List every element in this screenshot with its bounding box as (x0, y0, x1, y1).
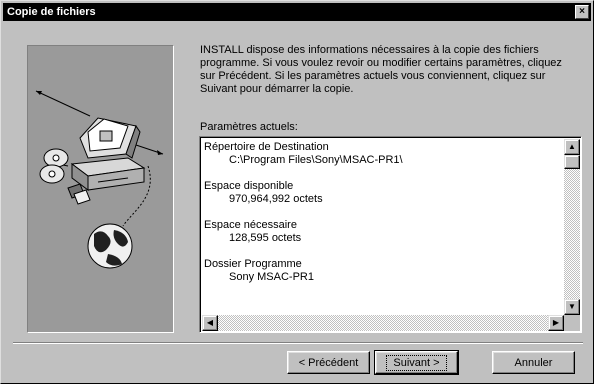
settings-listbox[interactable]: Répertoire de Destination C:\Program Fil… (199, 136, 582, 333)
back-button[interactable]: < Précédent (287, 351, 370, 374)
close-button[interactable]: × (575, 5, 589, 19)
cancel-button[interactable]: Annuler (492, 351, 575, 374)
scroll-left-button[interactable]: ◀ (202, 315, 218, 331)
arrow-right-icon: ▶ (552, 318, 560, 327)
computer-install-illustration (35, 90, 164, 269)
list-item: Espace nécessaire 128,595 octets (204, 219, 564, 245)
setting-label: Espace disponible (204, 180, 294, 192)
setting-label: Répertoire de Destination (204, 141, 329, 153)
settings-list: Répertoire de Destination C:\Program Fil… (202, 139, 564, 315)
setting-label: Espace nécessaire (204, 219, 297, 231)
cancel-button-label: Annuler (514, 356, 553, 369)
scroll-right-button[interactable]: ▶ (548, 315, 564, 331)
horizontal-scrollbar[interactable]: ◀ ▶ (202, 315, 564, 331)
list-item: Espace disponible 970,964,992 octets (204, 180, 564, 206)
list-item: Dossier Programme Sony MSAC-PR1 (204, 258, 564, 284)
scroll-down-button[interactable]: ▼ (564, 299, 580, 315)
scrollbar-corner (564, 315, 580, 331)
scroll-up-button[interactable]: ▲ (564, 139, 580, 155)
setting-label: Dossier Programme (204, 258, 302, 270)
next-button-label: Suivant > (386, 354, 447, 371)
params-label: Paramètres actuels: (200, 121, 298, 133)
close-icon: × (579, 6, 585, 17)
window-title: Copie de fichiers (7, 6, 96, 18)
list-item: Répertoire de Destination C:\Program Fil… (204, 141, 564, 167)
title-bar[interactable]: Copie de fichiers × (3, 3, 591, 21)
back-button-label: < Précédent (298, 356, 359, 369)
vertical-scroll-thumb[interactable] (564, 155, 580, 169)
setting-value: Sony MSAC-PR1 (229, 271, 314, 283)
vertical-scrollbar[interactable]: ▲ ▼ (564, 139, 580, 315)
next-button[interactable]: Suivant > (374, 350, 459, 375)
arrow-up-icon: ▲ (568, 142, 576, 151)
setup-illustration (27, 45, 174, 333)
separator (13, 342, 583, 344)
setting-value: C:\Program Files\Sony\MSAC-PR1\ (229, 154, 403, 166)
setting-value: 128,595 octets (229, 232, 302, 244)
arrow-down-icon: ▼ (568, 302, 576, 311)
dialog-window: Copie de fichiers × INSTALL dispose des … (0, 0, 594, 384)
setting-value: 970,964,992 octets (229, 193, 323, 205)
arrow-left-icon: ◀ (206, 318, 214, 327)
intro-text: INSTALL dispose des informations nécessa… (200, 44, 562, 95)
